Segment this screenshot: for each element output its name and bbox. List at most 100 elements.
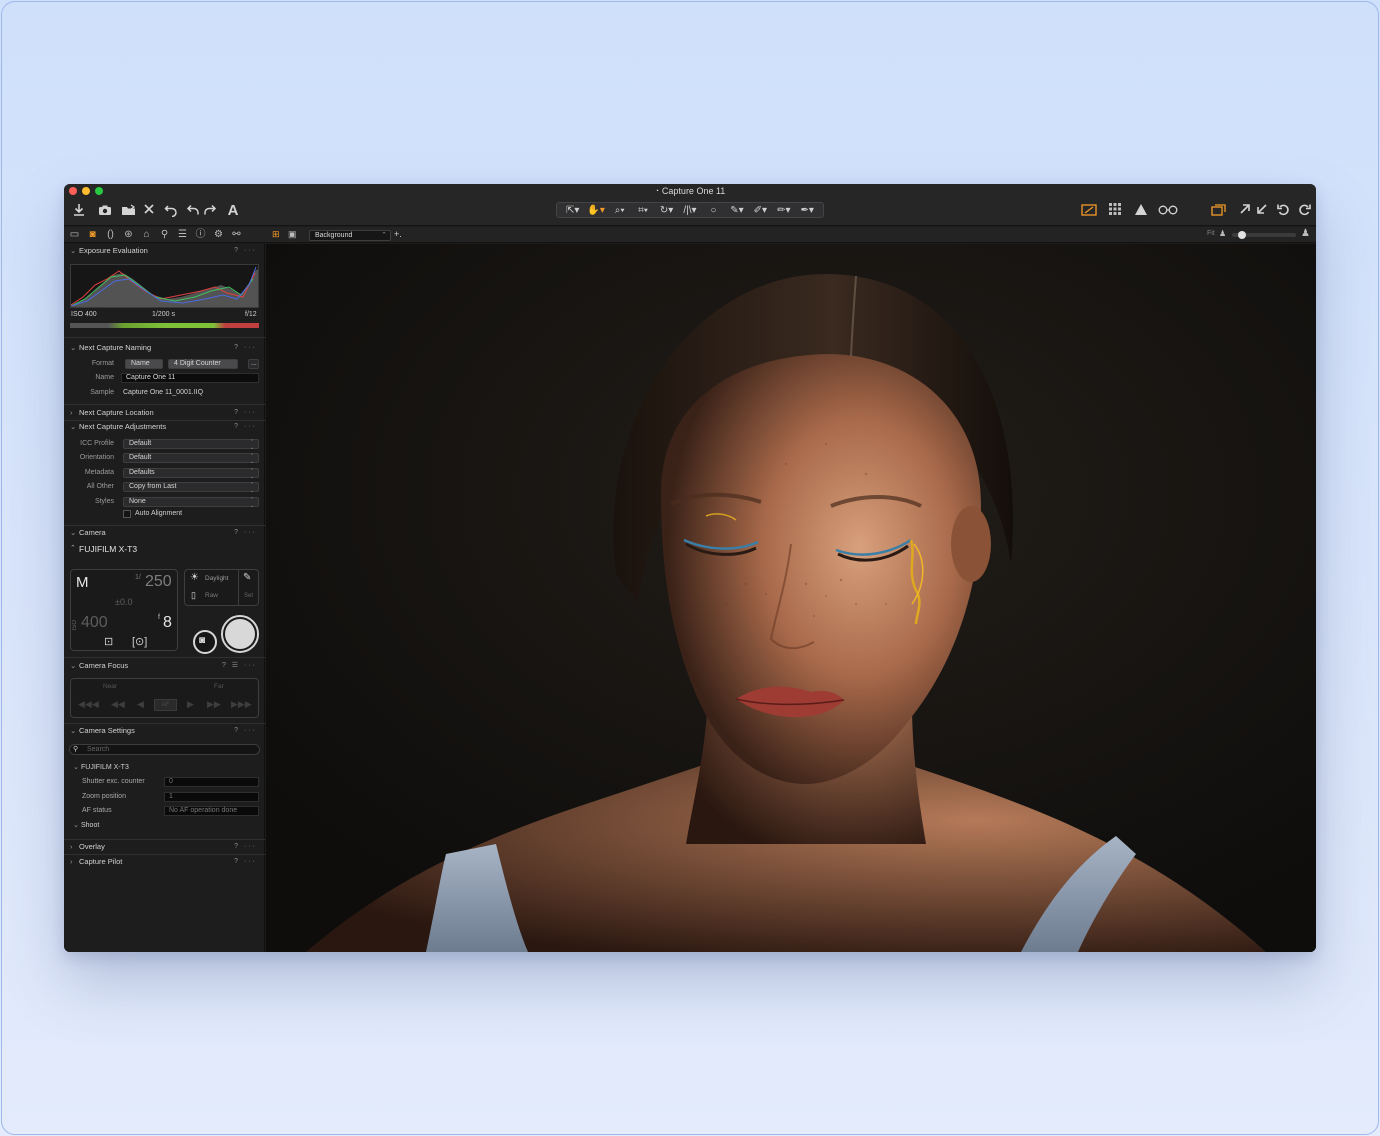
all-other-select[interactable]: Copy from Last (123, 482, 259, 494)
overlay-header[interactable]: › Overlay ? ··· (64, 841, 265, 853)
output-tab-icon[interactable]: ⚙ (212, 228, 225, 241)
help-more-icon[interactable]: ? ··· (234, 841, 257, 853)
icc-profile-select[interactable]: Default (123, 439, 259, 451)
wb-set-label[interactable]: Set (244, 593, 253, 599)
keystone-cursor-icon[interactable]: /|\▾ (680, 205, 700, 216)
settings-group-chevron-icon[interactable]: ⌄ (73, 763, 79, 771)
camera-model[interactable]: FUJIFILM X-T3 (79, 544, 137, 554)
capture-tab-icon[interactable]: ◙ (86, 228, 99, 241)
af-point-icon[interactable]: [⊙] (132, 635, 147, 648)
select-cursor-icon[interactable]: ⇱▾ (563, 205, 583, 216)
name-field[interactable]: Capture One 11 (121, 373, 259, 383)
grid-icon[interactable] (1107, 203, 1123, 219)
styles-select[interactable]: None (123, 497, 259, 509)
brush-cursor-icon[interactable]: ✎▾ (727, 205, 747, 216)
settings-group-label[interactable]: FUJIFILM X-T3 (81, 764, 129, 771)
help-more-icon[interactable]: ? ··· (234, 527, 257, 539)
copy-adjustments-icon[interactable] (1211, 203, 1227, 219)
camera-settings-header[interactable]: ⌄ Camera Settings ? ··· (64, 725, 265, 737)
gradient-cursor-icon[interactable]: ✏▾ (774, 205, 794, 216)
orientation-select[interactable]: Default (123, 453, 259, 465)
shutter-speed-value[interactable]: 250 (145, 573, 172, 591)
exposure-warning-icon[interactable] (1081, 203, 1097, 219)
color-tab-icon[interactable]: ⊛ (122, 228, 135, 241)
picker-cursor-icon[interactable]: ✒▾ (797, 205, 817, 216)
capture-pilot-header[interactable]: › Capture Pilot ? ··· (64, 856, 265, 868)
live-view-button[interactable]: ◙ (193, 630, 217, 654)
iso-value[interactable]: 400 (81, 614, 108, 632)
layer-select[interactable]: Background (309, 230, 391, 241)
eyedropper-icon[interactable]: ✎ (243, 572, 251, 583)
undo-all-icon[interactable] (163, 203, 179, 219)
apply-arrow-icon[interactable] (1254, 203, 1270, 219)
camera-icon[interactable] (97, 203, 113, 219)
adjustments-tab-icon[interactable]: ☰ (176, 228, 189, 241)
next-capture-location-header[interactable]: › Next Capture Location ? ··· (64, 407, 265, 419)
exposure-tab-icon[interactable]: ⌂ (140, 228, 153, 241)
help-more-icon[interactable]: ? ··· (234, 421, 257, 433)
delete-icon[interactable] (141, 203, 157, 219)
undo-icon[interactable] (185, 203, 201, 219)
minimize-window-button[interactable] (82, 187, 90, 195)
eraser-cursor-icon[interactable]: ✐▾ (750, 205, 770, 216)
aperture-value[interactable]: 8 (163, 614, 172, 632)
move-to-folder-icon[interactable] (121, 203, 137, 219)
focus-far-2-icon[interactable]: ▶▶ (207, 699, 221, 710)
close-window-button[interactable] (69, 187, 77, 195)
help-list-more-icon[interactable]: ? ☰ ··· (222, 660, 257, 672)
next-capture-naming-header[interactable]: ⌄ Next Capture Naming ? ··· (64, 342, 265, 354)
exposure-compensation-value[interactable]: ±0.0 (115, 597, 132, 607)
file-format-value[interactable]: Raw (205, 592, 218, 599)
shoot-group-chevron-icon[interactable]: ⌄ (73, 821, 79, 829)
white-balance-value[interactable]: Daylight (205, 575, 228, 582)
batch-tab-icon[interactable]: ⚯ (230, 228, 243, 241)
pan-cursor-icon[interactable]: ✋▾ (586, 205, 606, 216)
metering-icon[interactable]: ⊡ (104, 635, 113, 648)
crop-cursor-icon[interactable]: ⌗▾ (633, 205, 653, 216)
add-layer-button[interactable]: +. (394, 229, 402, 239)
lens-tab-icon[interactable]: () (104, 228, 117, 241)
capture-button[interactable] (221, 615, 259, 653)
format-token-name[interactable]: Name (125, 359, 163, 369)
viewer-single-icon[interactable]: ▣ (288, 229, 297, 240)
help-more-icon[interactable]: ? ··· (234, 407, 257, 419)
focus-near-3-icon[interactable]: ◀◀◀ (78, 699, 99, 710)
zoom-window-button[interactable] (95, 187, 103, 195)
proof-glasses-icon[interactable] (1157, 203, 1179, 219)
details-tab-icon[interactable]: ⚲ (158, 228, 171, 241)
focus-near-2-icon[interactable]: ◀◀ (111, 699, 125, 710)
import-icon[interactable] (71, 203, 87, 219)
auto-alignment-checkbox[interactable] (123, 510, 131, 518)
rotate-left-icon[interactable] (1275, 203, 1291, 219)
help-more-icon[interactable]: ? ··· (234, 245, 257, 257)
focus-near-1-icon[interactable]: ◀ (137, 699, 144, 710)
help-more-icon[interactable]: ? ··· (234, 856, 257, 868)
shoot-group-label[interactable]: Shoot (81, 822, 99, 829)
rotate-cursor-icon[interactable]: ↻▾ (657, 205, 677, 216)
redo-icon[interactable] (202, 203, 218, 219)
metadata-select[interactable]: Defaults (123, 468, 259, 480)
focus-far-1-icon[interactable]: ▶ (187, 699, 194, 710)
exposure-mode[interactable]: M (76, 574, 89, 591)
camera-header[interactable]: ⌄ Camera ? ··· (64, 527, 265, 539)
metadata-tab-icon[interactable]: ⓘ (194, 228, 207, 241)
focus-far-3-icon[interactable]: ▶▶▶ (231, 699, 252, 710)
copy-arrow-icon[interactable] (1237, 203, 1253, 219)
image-viewer[interactable] (266, 244, 1316, 952)
rotate-right-icon[interactable] (1296, 203, 1312, 219)
help-more-icon[interactable]: ? ··· (234, 342, 257, 354)
library-tab-icon[interactable]: ▭ (68, 228, 81, 241)
settings-search[interactable]: ⚲ Search (69, 744, 260, 755)
exposure-evaluation-header[interactable]: ⌄ Exposure Evaluation ? ··· (64, 245, 265, 257)
autofocus-button[interactable]: AF (154, 699, 177, 711)
format-token-counter[interactable]: 4 Digit Counter (168, 359, 238, 369)
circle-cursor-icon[interactable]: ○ (703, 205, 723, 216)
camera-focus-header[interactable]: ⌄ Camera Focus ? ☰ ··· (64, 660, 265, 672)
browser-grid-icon[interactable]: ⊞ (272, 229, 280, 240)
zoom-cursor-icon[interactable]: ⌕▾ (610, 205, 630, 216)
help-more-icon[interactable]: ? ··· (234, 725, 257, 737)
next-capture-adjustments-header[interactable]: ⌄ Next Capture Adjustments ? ··· (64, 421, 265, 433)
format-more-button[interactable]: ... (248, 359, 259, 369)
zoom-slider-thumb[interactable] (1238, 231, 1246, 239)
text-icon[interactable]: A (225, 203, 241, 219)
